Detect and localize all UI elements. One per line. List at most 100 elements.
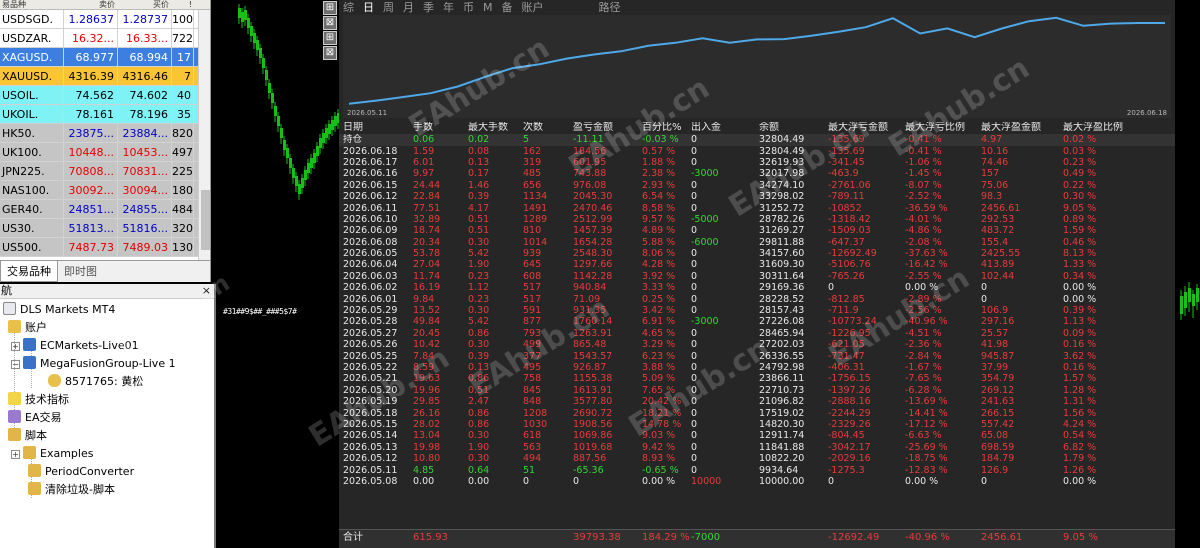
table-row: 2026.05.15 28.02 0.86 1030 1908.56 14.78 % 0 14… — [339, 419, 1175, 430]
market-watch-row[interactable]: USDZAR. 16.32... 16.33... 722 — [0, 29, 210, 48]
market-watch-row[interactable]: XAUUSD. 4316.39 4316.46 7 — [0, 67, 210, 86]
tab-symbols[interactable]: 交易品种 — [0, 261, 58, 282]
table-cell: 16.19 — [413, 282, 441, 294]
table-cell: 0.08 — [468, 145, 490, 157]
expand-button[interactable]: ⊞ — [323, 1, 337, 15]
table-cell: 1.90 — [468, 441, 490, 453]
table-cell: -2.08 % — [905, 236, 942, 248]
user-icon — [48, 374, 61, 387]
table-cell: 2026.05.08 — [343, 475, 398, 487]
table-cell: 22710.73 — [759, 384, 805, 396]
table-cell: 0 — [691, 464, 698, 476]
market-watch-row[interactable]: GER40. 24851... 24855... 484 — [0, 200, 210, 219]
report-tab[interactable]: 日 — [363, 0, 374, 15]
table-cell: -789.11 — [828, 191, 865, 203]
market-watch-row[interactable]: NAS100. 30092... 30094... 180 — [0, 181, 210, 200]
table-cell: 0.02 — [468, 134, 490, 146]
table-cell: 494 — [523, 453, 542, 465]
header-symbol[interactable]: 易品种 — [0, 0, 64, 9]
tree-item-examples[interactable]: + Examples — [11, 445, 93, 463]
report-tab[interactable]: 备 — [502, 0, 513, 15]
header-spread[interactable]: ! — [172, 0, 194, 9]
expand-icon[interactable]: + — [11, 450, 20, 459]
report-tab[interactable]: M — [483, 0, 493, 15]
table-cell: -13.69 % — [905, 396, 948, 408]
tree-item-period-converter[interactable]: PeriodConverter — [28, 463, 134, 481]
tree-item-scripts[interactable]: 脚本 — [8, 427, 47, 445]
table-cell: 32619.93 — [759, 156, 805, 168]
report-tab[interactable]: 综 — [343, 0, 354, 15]
tree-item-ecmarkets[interactable]: + ECMarkets-Live01 — [11, 337, 139, 355]
table-cell: 1030 — [523, 418, 548, 430]
table-cell: -11.11 — [573, 134, 604, 146]
market-watch-row[interactable]: USOIL. 74.562 74.602 40 — [0, 86, 210, 105]
market-watch-row[interactable]: USDSGD. 1.28637 1.28737 100 — [0, 10, 210, 29]
table-cell: 32.89 — [413, 213, 441, 225]
tree-item-megafusion[interactable]: − MegaFusionGroup-Live 1 — [11, 355, 176, 373]
table-cell: 最大浮盈金额 — [981, 122, 1041, 133]
expand-icon[interactable]: + — [11, 342, 20, 351]
table-cell: 0.39 — [468, 350, 490, 362]
report-tab[interactable]: 账户 — [522, 0, 544, 15]
table-cell: 2026.06.08 — [343, 236, 398, 248]
expand-button[interactable]: ⊞ — [323, 31, 337, 45]
report-tab[interactable]: 币 — [463, 0, 474, 15]
table-cell: 0.86 — [468, 407, 490, 419]
table-cell: 最大浮亏金额 — [828, 122, 888, 133]
symbol-cell: UKOIL. — [0, 105, 64, 123]
table-cell: 0.00 % — [905, 475, 939, 487]
header-bid[interactable]: 卖价 — [64, 0, 118, 9]
market-watch-row[interactable]: US30. 51813... 51816... 320 — [0, 219, 210, 238]
header-ask[interactable]: 买价 — [118, 0, 172, 9]
table-row: 2026.05.21 19.63 0.86 758 1155.38 5.09 % 0 2386… — [339, 373, 1175, 384]
table-cell: -4.01 % — [905, 213, 942, 225]
table-cell: 1014 — [523, 236, 548, 248]
trade-label: #31##9$##_###5$7# — [223, 307, 297, 316]
close-button[interactable]: ⊠ — [323, 46, 337, 60]
tree-item-accounts[interactable]: 账户 — [8, 319, 47, 337]
close-button[interactable]: ⊠ — [323, 16, 337, 30]
market-watch-row[interactable]: XAGUSD. 68.977 68.994 17 — [0, 48, 210, 67]
table-cell: 2026.06.01 — [343, 293, 398, 305]
tree-item-cleanup[interactable]: 清除垃圾-脚本 — [28, 481, 115, 499]
equity-chart: 2026.05.11 2026.06.18 — [343, 15, 1171, 118]
report-tab[interactable]: 路径 — [599, 0, 621, 15]
table-row: 2026.06.11 77.51 4.17 1491 2470.46 8.58 % 0 312… — [339, 203, 1175, 214]
equity-line — [348, 16, 1165, 105]
table-cell: 319 — [523, 156, 542, 168]
table-cell: 14.78 % — [642, 418, 682, 430]
candle-body — [304, 170, 307, 180]
candle-body — [241, 12, 244, 22]
table-cell: 31252.72 — [759, 202, 805, 214]
spread-cell: 100 — [172, 10, 194, 28]
market-watch-row[interactable]: US500. 7487.73 7489.03 130 — [0, 238, 210, 257]
tree-item-indicators[interactable]: 技术指标 — [8, 391, 69, 409]
tree-item-account[interactable]: 8571765: 黄松 — [48, 373, 143, 391]
tree-item-root[interactable]: DLS Markets MT4 — [3, 301, 115, 319]
report-tab[interactable]: 月 — [403, 0, 414, 15]
table-row: 2026.06.04 27.04 1.90 645 1297.66 4.28 % 0 3160… — [339, 259, 1175, 270]
table-cell: 0.06 — [413, 134, 435, 146]
market-watch-row[interactable]: UK100. 10448... 10453... 497 — [0, 143, 210, 162]
market-watch-row[interactable]: UKOIL. 78.161 78.196 35 — [0, 105, 210, 124]
price-chart[interactable]: #31##9$##_###5$7# ⊞ ⊠ ⊞ ⊠ 综日周月季年币 M 备账户 路径 … — [217, 0, 1200, 548]
table-cell: 517 — [523, 293, 542, 305]
market-watch-scrollbar[interactable] — [198, 10, 210, 260]
report-tab[interactable]: 年 — [443, 0, 454, 15]
market-watch-row[interactable]: JPN225.70808...70831...2250 — [0, 162, 210, 181]
table-cell: 0.51 — [468, 384, 490, 396]
table-cell: 6.23 % — [642, 350, 676, 362]
table-cell: 2026.06.04 — [343, 259, 398, 271]
table-cell: 20.42 % — [642, 396, 682, 408]
market-watch-row[interactable]: HK50. 23875... 23884... 820 — [0, 124, 210, 143]
close-icon[interactable]: × — [202, 284, 211, 298]
report-tab[interactable]: 周 — [383, 0, 394, 15]
table-cell: 9.05 % — [1063, 202, 1097, 214]
tree-item-ea[interactable]: EA交易 — [8, 409, 61, 427]
spread-cell: 40 — [172, 86, 194, 104]
tab-tick-chart[interactable]: 即时图 — [58, 261, 103, 282]
report-tab[interactable]: 季 — [423, 0, 434, 15]
table-cell: 4.65 % — [642, 327, 676, 339]
collapse-icon[interactable]: − — [11, 360, 20, 369]
scrollbar-thumb[interactable] — [201, 190, 210, 250]
